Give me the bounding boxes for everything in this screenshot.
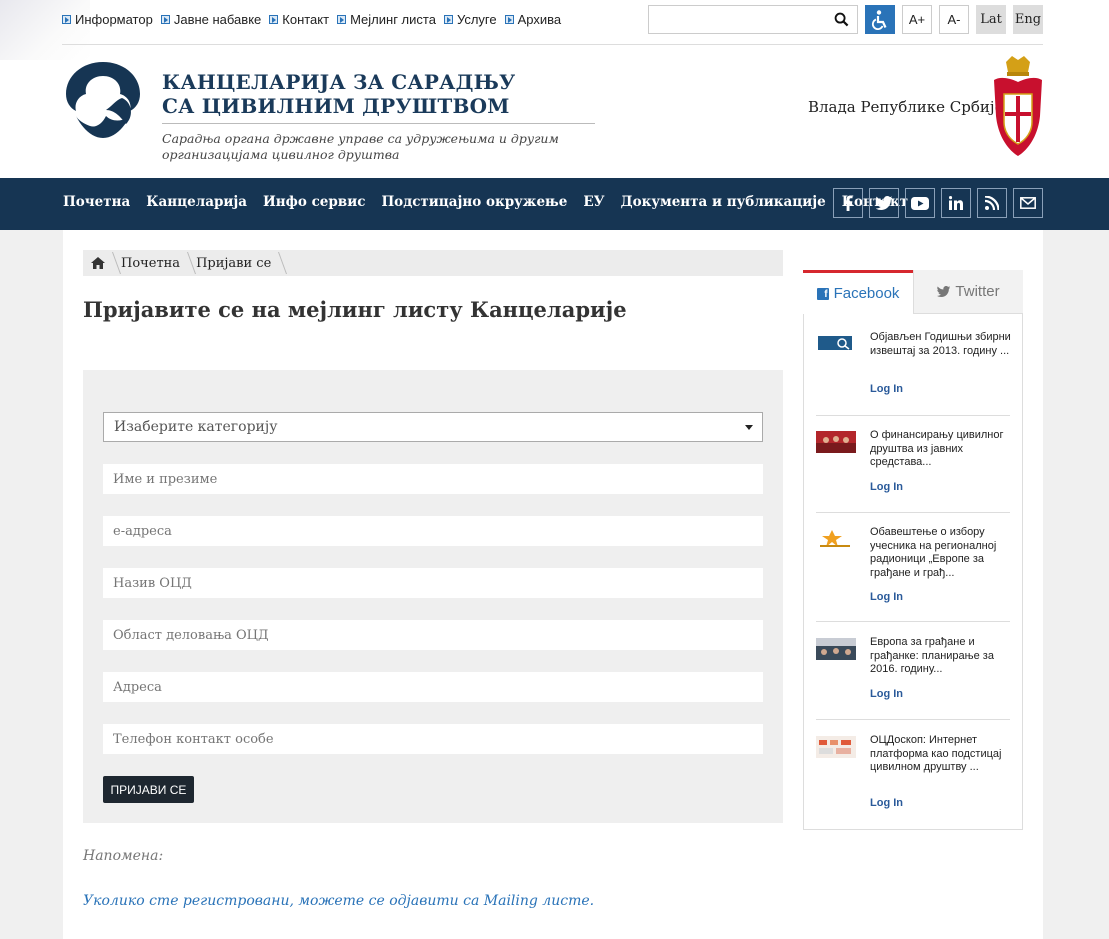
wheelchair-icon xyxy=(871,9,887,30)
post-login-link[interactable]: Log In xyxy=(870,797,903,809)
phone-field[interactable] xyxy=(103,724,763,754)
post-login-link[interactable]: Log In xyxy=(870,481,903,493)
util-link-mailing[interactable]: Мејлинг листа xyxy=(337,12,436,27)
email-link[interactable] xyxy=(1013,188,1043,218)
util-link-services[interactable]: Услуге xyxy=(443,12,497,27)
tab-twitter[interactable]: Twitter xyxy=(913,270,1023,314)
arrow-bullet-icon xyxy=(269,15,279,24)
breadcrumb-item-home[interactable]: Почетна xyxy=(113,250,188,276)
post-text[interactable]: О финансирању цивилног друштва из јавних… xyxy=(870,429,1012,470)
post-thumbnail[interactable] xyxy=(816,638,856,660)
home-icon xyxy=(91,257,105,269)
email-field[interactable] xyxy=(103,516,763,546)
rss-link[interactable] xyxy=(977,188,1007,218)
lang-eng-button[interactable]: Eng xyxy=(1013,5,1043,34)
util-link-informator[interactable]: Информатор xyxy=(62,12,153,27)
post-text[interactable]: ОЦДоскоп: Интернет платформа као подстиц… xyxy=(870,734,1012,775)
twitter-link[interactable] xyxy=(869,188,899,218)
arrow-bullet-icon xyxy=(337,15,347,24)
envelope-icon xyxy=(1020,197,1036,209)
youtube-link[interactable] xyxy=(905,188,935,218)
youtube-icon xyxy=(911,196,929,210)
nav-item-office[interactable]: Канцеларија xyxy=(146,194,247,210)
note-label: Напомена: xyxy=(83,848,164,864)
search-box xyxy=(648,5,858,34)
linkedin-icon xyxy=(949,196,963,210)
address-field[interactable] xyxy=(103,672,763,702)
arrow-bullet-icon xyxy=(443,15,453,24)
coat-of-arms-icon xyxy=(994,56,1042,156)
name-field[interactable] xyxy=(103,464,763,494)
tab-facebook[interactable]: f Facebook xyxy=(803,270,913,314)
signup-button[interactable]: ПРИЈАВИ СЕ xyxy=(103,776,194,803)
org-title-underline xyxy=(162,123,595,124)
caret-down-icon xyxy=(745,425,753,430)
office-logo[interactable] xyxy=(62,58,144,142)
search-icon[interactable] xyxy=(834,12,849,27)
facebook-icon xyxy=(844,195,853,211)
organization-name-field[interactable] xyxy=(103,568,763,598)
page-title: Пријавите се на мејлинг листу Канцелариј… xyxy=(83,297,627,322)
arrow-bullet-icon xyxy=(160,15,170,24)
nav-item-info-service[interactable]: Инфо сервис xyxy=(263,194,365,210)
lang-lat-button[interactable]: Lat xyxy=(976,5,1006,34)
linkedin-link[interactable] xyxy=(941,188,971,218)
rss-icon xyxy=(985,196,999,210)
post-text[interactable]: Објављен Годишњи збирни извештај за 2013… xyxy=(870,331,1012,358)
util-link-archive[interactable]: Архива xyxy=(504,12,561,27)
org-subtitle: Сарадња органа државне управе са удружењ… xyxy=(162,131,559,162)
twitter-icon xyxy=(876,196,892,210)
activity-area-field[interactable] xyxy=(103,620,763,650)
breadcrumb-home[interactable] xyxy=(83,250,113,276)
nav-item-eu[interactable]: ЕУ xyxy=(583,194,604,210)
arrow-bullet-icon xyxy=(62,15,71,24)
divider xyxy=(816,512,1010,513)
font-increase-button[interactable]: A+ xyxy=(902,5,932,34)
category-select[interactable]: Изаберите категорију xyxy=(103,412,763,442)
post-login-link[interactable]: Log In xyxy=(870,591,903,603)
twitter-icon xyxy=(937,286,951,297)
accessibility-button[interactable] xyxy=(865,5,895,34)
facebook-link[interactable] xyxy=(833,188,863,218)
post-thumbnail[interactable] xyxy=(816,431,856,453)
org-title: КАНЦЕЛАРИЈА ЗА САРАДЊУ СА ЦИВИЛНИМ ДРУШТ… xyxy=(162,70,516,118)
post-text[interactable]: Европа за грађане и грађанке: планирање … xyxy=(870,636,1012,677)
government-label[interactable]: Влада Републике Србије xyxy=(808,98,1003,116)
divider xyxy=(62,44,1043,45)
post-thumbnail[interactable] xyxy=(816,333,856,355)
post-thumbnail[interactable] xyxy=(816,736,856,758)
font-decrease-button[interactable]: A- xyxy=(939,5,969,34)
main-nav: Почетна Канцеларија Инфо сервис Подстица… xyxy=(0,178,1109,230)
facebook-square-icon: f xyxy=(816,287,829,300)
search-input[interactable] xyxy=(649,6,819,33)
utility-links: Информатор Јавне набавке Контакт Мејлинг… xyxy=(62,12,561,27)
nav-item-home[interactable]: Почетна xyxy=(63,194,130,210)
divider xyxy=(816,719,1010,720)
divider xyxy=(816,415,1010,416)
post-thumbnail[interactable] xyxy=(816,528,856,550)
nav-item-documents[interactable]: Документа и публикације xyxy=(621,194,826,210)
util-link-procurement[interactable]: Јавне набавке xyxy=(160,12,261,27)
breadcrumb: Почетна Пријави се xyxy=(83,250,783,276)
main-nav-items: Почетна Канцеларија Инфо сервис Подстица… xyxy=(63,194,908,210)
divider xyxy=(816,621,1010,622)
post-login-link[interactable]: Log In xyxy=(870,688,903,700)
nav-item-environment[interactable]: Подстицајно окружење xyxy=(381,194,567,210)
unsubscribe-link[interactable]: Уколико сте регистровани, можете се одја… xyxy=(83,893,594,909)
corner-decoration xyxy=(0,0,90,60)
util-link-contact[interactable]: Контакт xyxy=(269,12,329,27)
arrow-bullet-icon xyxy=(504,15,514,24)
breadcrumb-item-current: Пријави се xyxy=(188,250,279,276)
post-login-link[interactable]: Log In xyxy=(870,383,903,395)
post-text[interactable]: Обавештење о избору учесника на регионал… xyxy=(870,526,1012,580)
social-tabs: f Facebook Twitter xyxy=(803,270,1023,314)
